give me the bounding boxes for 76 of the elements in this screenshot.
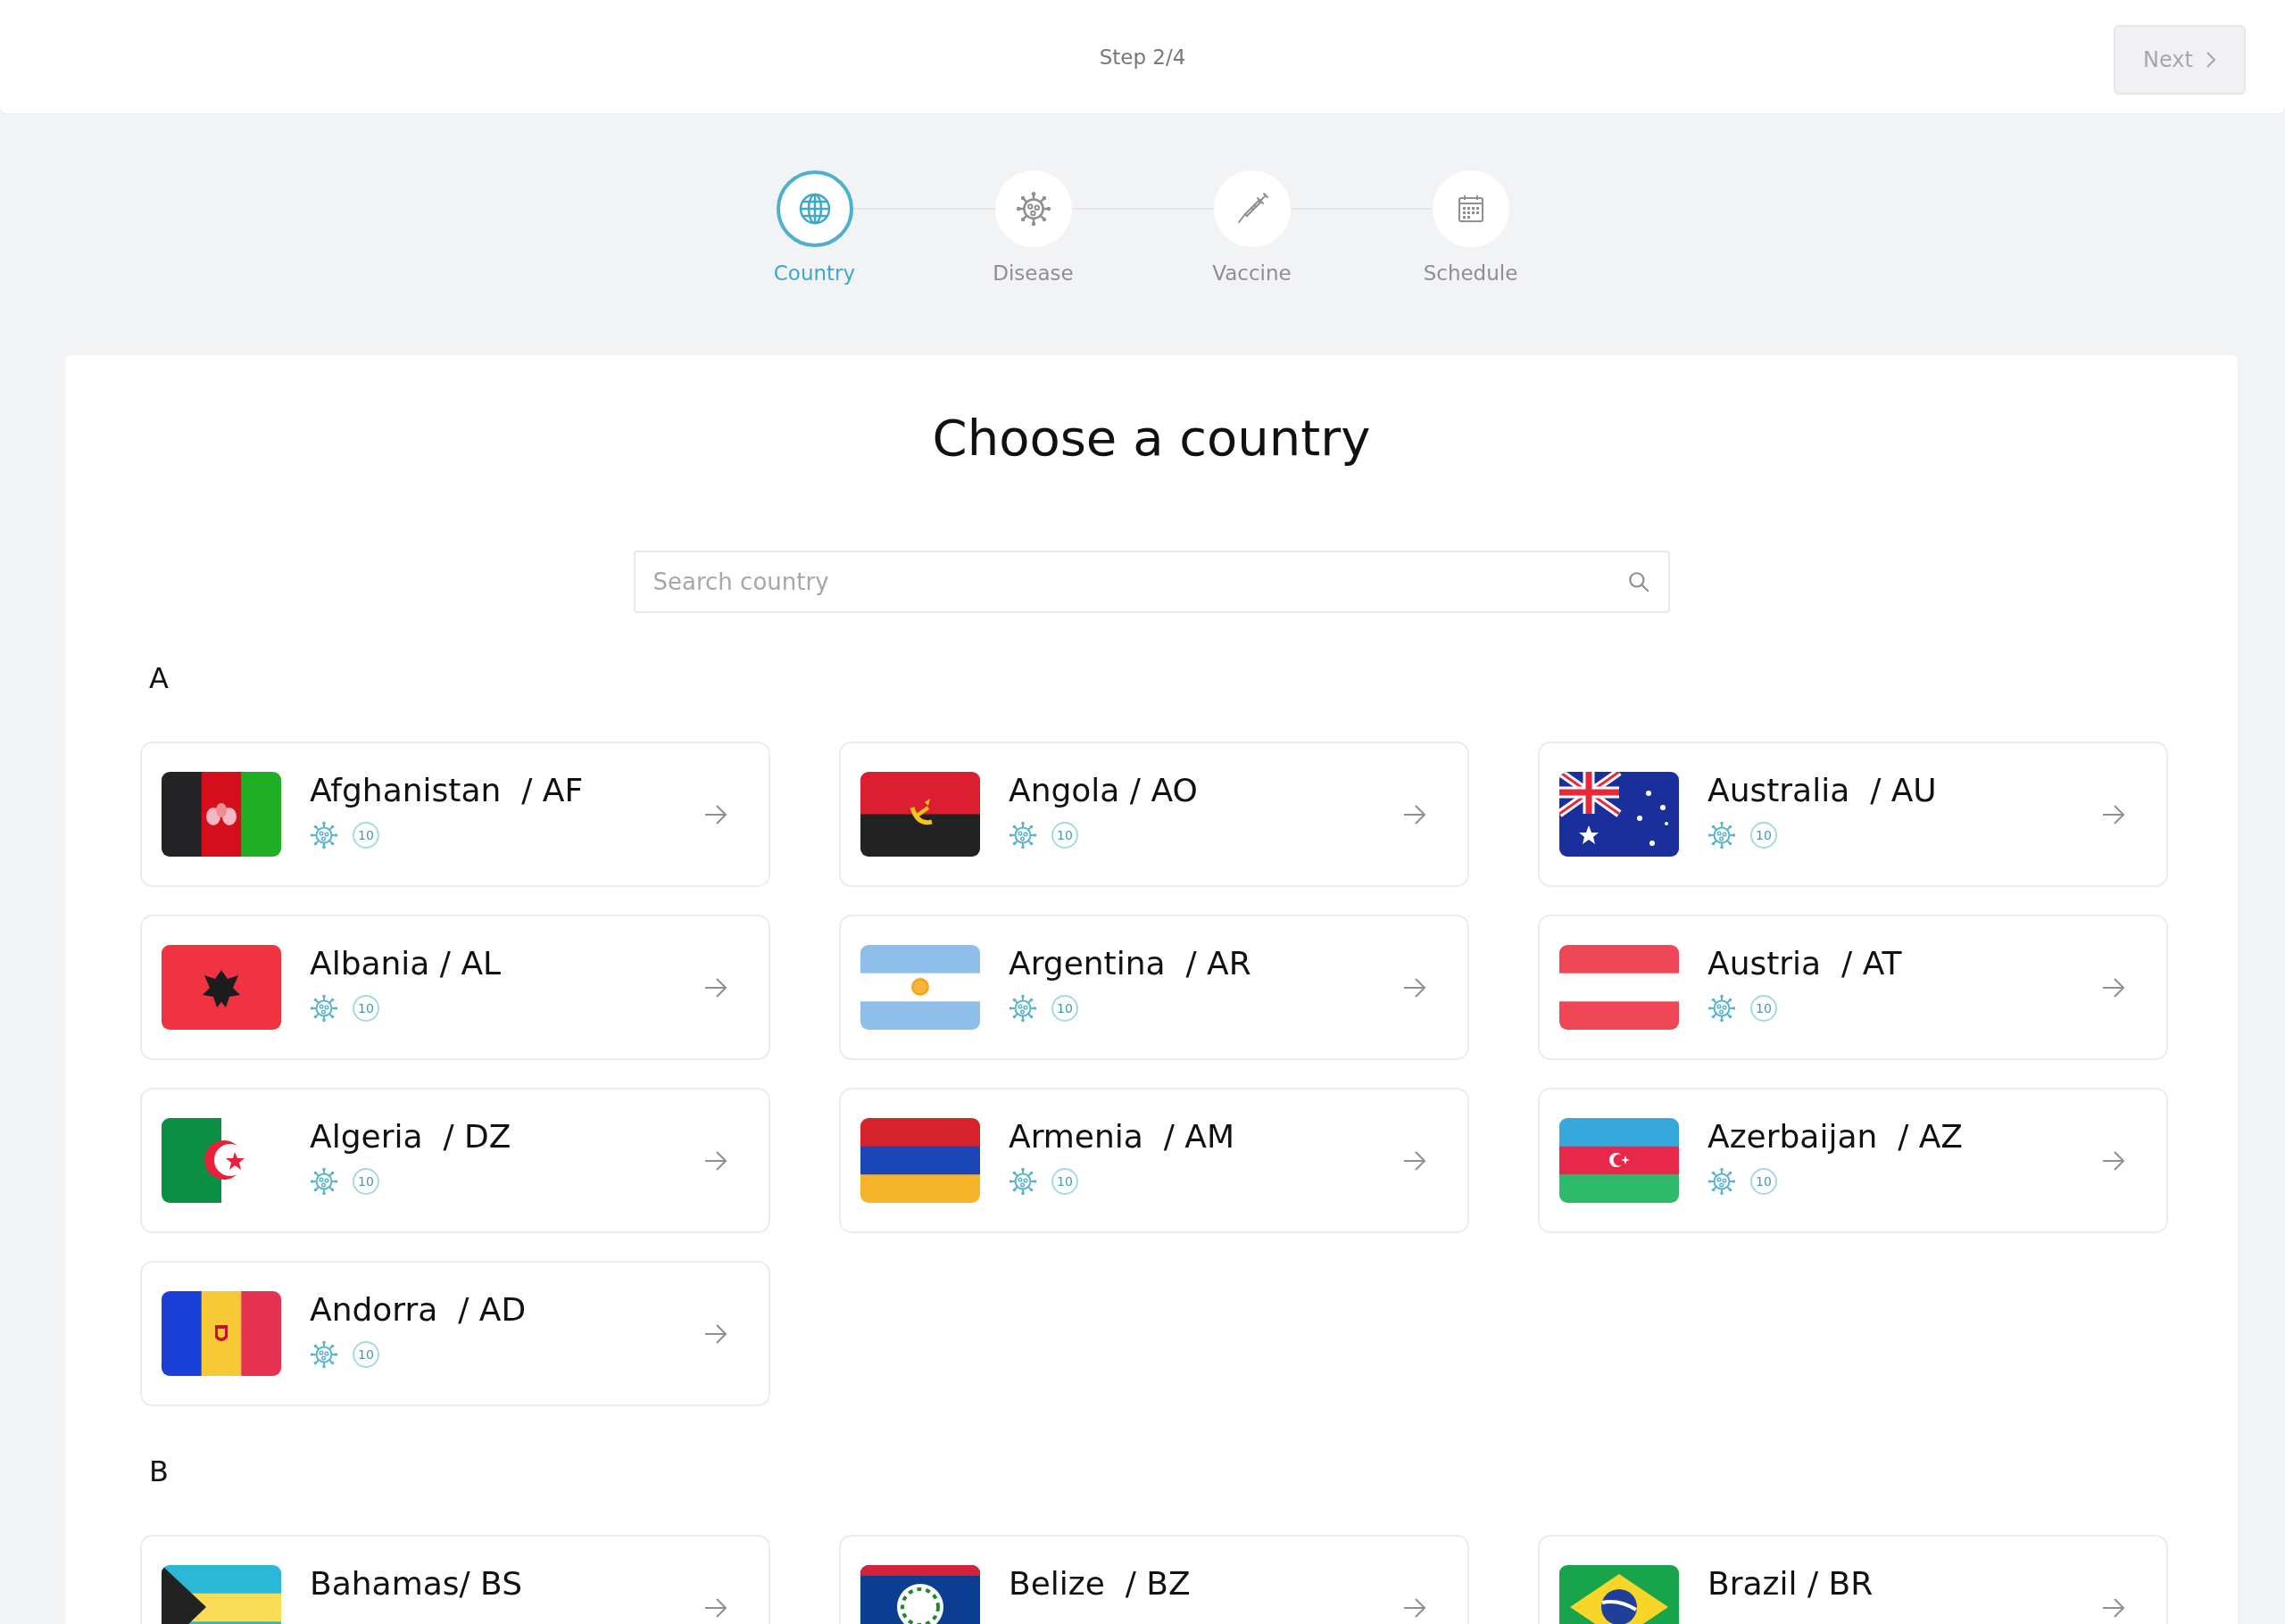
country-card[interactable]: Brazil / BR: [1538, 1535, 2168, 1624]
country-name: Armenia / AM: [1009, 1117, 1236, 1155]
arrow-right-icon: [2102, 804, 2125, 824]
flag-icon: [1559, 945, 1679, 1030]
country-name: Argentina / AR: [1009, 944, 1252, 982]
country-name: Austria / AT: [1708, 944, 1903, 982]
country-name: Andorra / AD: [310, 1290, 528, 1328]
country-card[interactable]: Algeria / DZ 10: [140, 1088, 770, 1233]
count-badge: 10: [1750, 821, 1777, 849]
country-card[interactable]: Andorra / AD 10: [140, 1261, 770, 1406]
virus-icon: [1009, 1166, 1037, 1196]
count-badge: 10: [353, 1167, 379, 1195]
flag-icon: [162, 772, 281, 857]
country-card[interactable]: Afghanistan / AF 10: [140, 742, 770, 887]
virus-icon: [310, 993, 338, 1023]
country-card[interactable]: Armenia / AM 10: [839, 1088, 1469, 1233]
section-letter: A: [149, 661, 170, 695]
arrow-right-icon: [704, 804, 727, 824]
country-card[interactable]: Argentina / AR 10: [839, 915, 1469, 1060]
virus-icon: [310, 1339, 338, 1369]
count-badge: 10: [1051, 1167, 1078, 1195]
count-badge: 10: [1051, 821, 1078, 849]
arrow-right-icon: [1403, 977, 1426, 998]
count-badge: 10: [1750, 1167, 1777, 1195]
page-title: Choose a country: [931, 409, 1372, 467]
arrow-right-icon: [1403, 804, 1426, 824]
virus-icon: [1708, 993, 1736, 1023]
country-card[interactable]: Azerbaijan / AZ 10: [1538, 1088, 2168, 1233]
arrow-right-icon: [2102, 977, 2125, 998]
country-name: Afghanistan / AF: [310, 771, 585, 808]
country-card[interactable]: Angola / AO 10: [839, 742, 1469, 887]
flag-icon: [1559, 1118, 1679, 1203]
count-badge: 10: [1051, 994, 1078, 1022]
country-name: Belize / BZ: [1009, 1564, 1192, 1602]
count-badge: 10: [353, 1340, 379, 1368]
count-badge: 10: [353, 821, 379, 849]
count-badge: 10: [353, 994, 379, 1022]
arrow-right-icon: [704, 1323, 727, 1344]
country-card[interactable]: Australia / AU 10: [1538, 742, 2168, 887]
virus-icon: [1708, 820, 1736, 849]
country-name: Azerbaijan / AZ: [1708, 1117, 1964, 1155]
arrow-right-icon: [704, 1597, 727, 1618]
country-name: Angola / AO: [1009, 771, 1199, 808]
virus-icon: [1009, 820, 1037, 849]
virus-icon: [1708, 1166, 1736, 1196]
country-name: Algeria / DZ: [310, 1117, 512, 1155]
virus-icon: [310, 1166, 338, 1196]
step-counter: Step 2/4: [1099, 45, 1186, 69]
arrow-right-icon: [1403, 1597, 1426, 1618]
flag-icon: [860, 945, 980, 1030]
country-name: Australia / AU: [1708, 771, 1938, 808]
arrow-right-icon: [704, 977, 727, 998]
flag-icon: [1559, 772, 1679, 857]
section-letter: B: [149, 1454, 170, 1488]
search-field[interactable]: Search country: [633, 551, 1670, 613]
country-name: Brazil / BR: [1708, 1564, 1874, 1602]
country-name: Albania / AL: [310, 944, 503, 982]
arrow-right-icon: [2102, 1597, 2125, 1618]
country-card[interactable]: Bahamas/ BS: [140, 1535, 770, 1624]
count-badge: 10: [1750, 994, 1777, 1022]
virus-icon: [310, 820, 338, 849]
country-card[interactable]: Belize / BZ: [839, 1535, 1469, 1624]
country-card[interactable]: Albania / AL 10: [140, 915, 770, 1060]
virus-icon: [1009, 993, 1037, 1023]
arrow-right-icon: [704, 1150, 727, 1171]
flag-icon: [860, 1118, 980, 1203]
arrow-right-icon: [2102, 1150, 2125, 1171]
country-card[interactable]: Austria / AT 10: [1538, 915, 2168, 1060]
flag-icon: [162, 1291, 281, 1376]
virus-icon: [1015, 191, 1051, 227]
arrow-right-icon: [1403, 1150, 1426, 1171]
search-icon: [1626, 570, 1650, 593]
country-name: Bahamas/ BS: [310, 1564, 523, 1602]
flag-icon: [860, 772, 980, 857]
chevron-right-icon: [2205, 51, 2216, 69]
flag-icon: [162, 945, 281, 1030]
